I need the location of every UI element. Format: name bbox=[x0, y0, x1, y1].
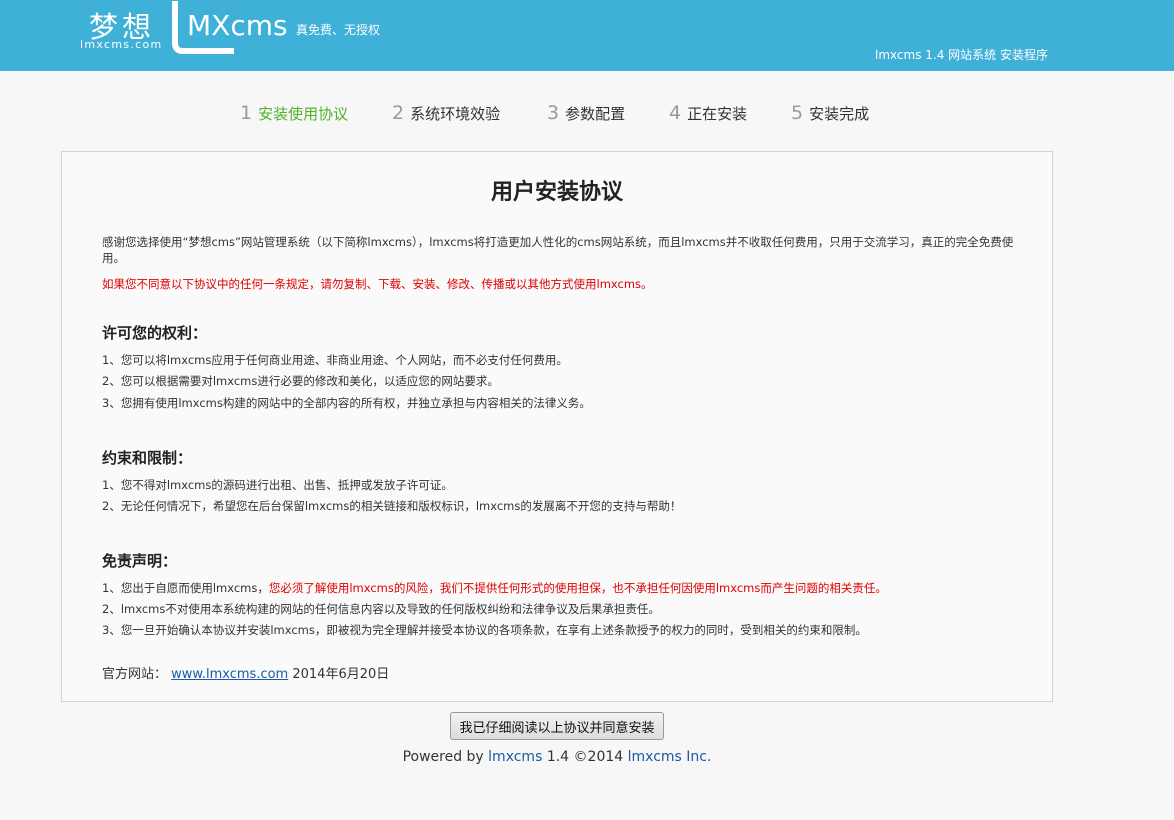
disclaimer-item-1-text: 1、您出于自愿而使用lmxcms， bbox=[102, 581, 269, 595]
official-website-link[interactable]: www.lmxcms.com bbox=[171, 667, 288, 682]
step-label: 参数配置 bbox=[565, 105, 626, 123]
agreement-warning: 如果您不同意以下协议中的任何一条规定，请勿复制、下载、安装、修改、传播或以其他方… bbox=[102, 277, 653, 291]
step-number: 2 bbox=[392, 102, 405, 124]
footer-copyright: 1.4 ©2014 bbox=[542, 749, 628, 765]
rights-item-2: 2、您可以根据需要对lmxcms进行必要的修改和美化，以适应您的网站要求。 bbox=[102, 374, 499, 388]
logo-mxcms-text: MXcms bbox=[187, 9, 288, 42]
footer-prefix: Powered by bbox=[402, 749, 489, 765]
step-number: 1 bbox=[240, 102, 253, 124]
step-number: 3 bbox=[547, 102, 560, 124]
step-config: 3 参数配置 bbox=[547, 102, 667, 124]
rights-heading: 许可您的权利： bbox=[102, 324, 208, 342]
step-label: 正在安装 bbox=[687, 105, 748, 123]
disclaimer-heading: 免责声明： bbox=[102, 552, 178, 570]
limits-item-1: 1、您不得对lmxcms的源码进行出租、出售、抵押或发放子许可证。 bbox=[102, 478, 453, 492]
step-label: 安装完成 bbox=[809, 105, 870, 123]
step-complete: 5 安装完成 bbox=[791, 102, 911, 124]
logo-slogan: 真免费、无授权 bbox=[296, 23, 381, 37]
limits-heading: 约束和限制： bbox=[102, 449, 193, 467]
disclaimer-item-3: 3、您一旦开始确认本协议并安装lmxcms，即被视为完全理解并接受本协议的各项条… bbox=[102, 623, 867, 637]
footer-company-link[interactable]: lmxcms Inc. bbox=[628, 749, 712, 765]
limits-item-2: 2、无论任何情况下，希望您在后台保留lmxcms的相关链接和版权标识，lmxcm… bbox=[102, 499, 682, 513]
footer: Powered by lmxcms 1.4 ©2014 lmxcms Inc. bbox=[0, 749, 1114, 765]
official-website-line: 官方网站： www.lmxcms.com 2014年6月20日 bbox=[102, 663, 389, 682]
agreement-title: 用户安装协议 bbox=[490, 180, 623, 205]
agreement-panel: 用户安装协议 感谢您选择使用“梦想cms”网站管理系统（以下简称lmxcms），… bbox=[61, 151, 1053, 702]
step-label: 系统环境效验 bbox=[410, 105, 501, 123]
rights-item-3: 3、您拥有使用lmxcms构建的网站中的全部内容的所有权，并独立承担与内容相关的… bbox=[102, 396, 591, 410]
logo-domain-text: lmxcms.com bbox=[80, 38, 163, 51]
disclaimer-item-1-warning: 您必须了解使用lmxcms的风险，我们不提供任何形式的使用担保，也不承担任何因使… bbox=[268, 581, 887, 595]
agree-install-button[interactable]: 我已仔细阅读以上协议并同意安装 bbox=[450, 712, 664, 740]
step-agreement: 1 安装使用协议 bbox=[240, 102, 390, 124]
step-number: 5 bbox=[791, 102, 804, 124]
step-label: 安装使用协议 bbox=[258, 105, 349, 123]
website-label: 官方网站： bbox=[102, 667, 168, 682]
step-environment-check: 2 系统环境效验 bbox=[392, 102, 542, 124]
disclaimer-item-2: 2、lmxcms不对使用本系统构建的网站的任何信息内容以及导致的任何版权纠纷和法… bbox=[102, 602, 660, 616]
installer-subtitle: lmxcms 1.4 网站系统 安装程序 bbox=[875, 48, 1048, 62]
step-installing: 4 正在安装 bbox=[669, 102, 789, 124]
disclaimer-item-1: 1、您出于自愿而使用lmxcms，您必须了解使用lmxcms的风险，我们不提供任… bbox=[102, 580, 1022, 596]
header-bar: 梦想 lmxcms.com MXcms 真免费、无授权 lmxcms 1.4 网… bbox=[0, 0, 1174, 71]
agreement-intro: 感谢您选择使用“梦想cms”网站管理系统（以下简称lmxcms），lmxcms将… bbox=[102, 235, 1014, 265]
rights-item-1: 1、您可以将lmxcms应用于任何商业用途、非商业用途、个人网站，而不必支付任何… bbox=[102, 353, 568, 367]
agreement-date: 2014年6月20日 bbox=[292, 667, 390, 682]
step-number: 4 bbox=[669, 102, 682, 124]
footer-product-link[interactable]: lmxcms bbox=[488, 749, 542, 765]
